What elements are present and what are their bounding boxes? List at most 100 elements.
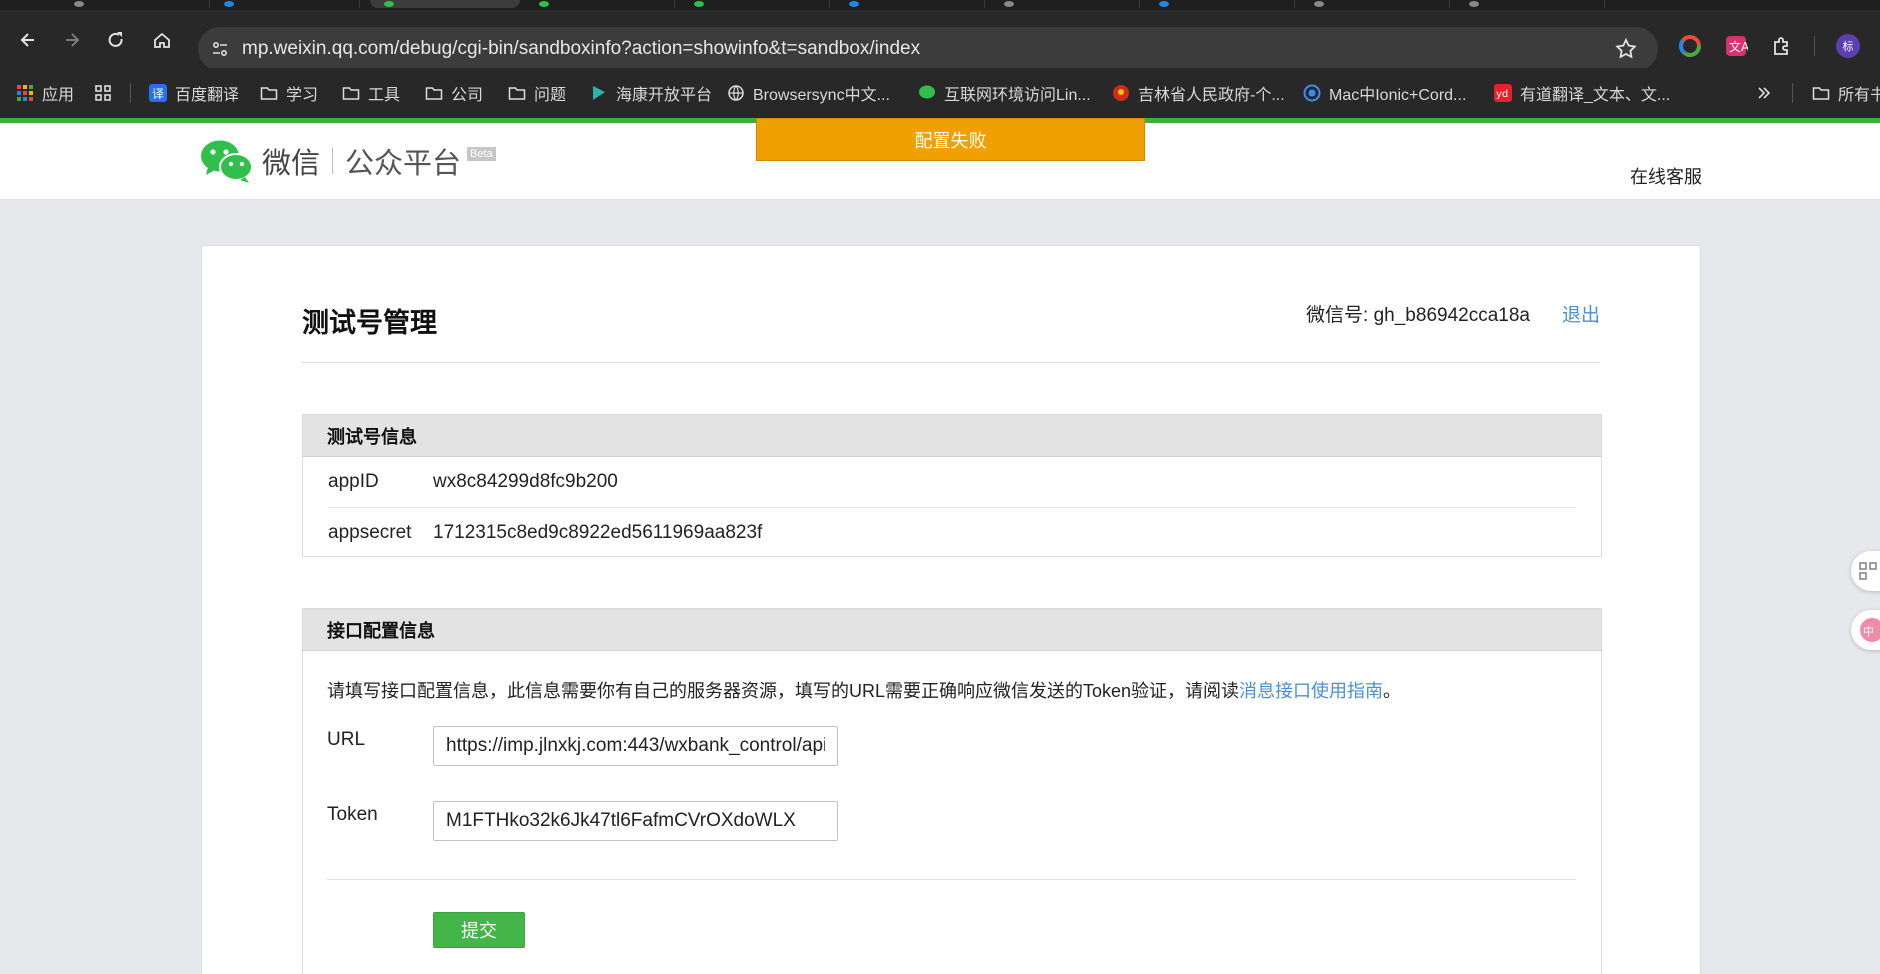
panel-heading: 测试号信息 xyxy=(303,415,1601,457)
wechat-icon xyxy=(919,85,935,99)
bookmark-separator xyxy=(130,83,131,103)
description-text: 请填写接口配置信息，此信息需要你有自己的服务器资源，填写的URL需要正确响应微信… xyxy=(327,681,1240,701)
browser-tab[interactable] xyxy=(1300,0,1450,8)
bookmark-label: Browsersync中文... xyxy=(753,87,890,104)
bookmark-apps[interactable]: 应用 xyxy=(16,82,74,104)
extensions-puzzle-icon[interactable] xyxy=(1770,34,1794,58)
bookmark-folder-issues[interactable]: 问题 xyxy=(508,82,566,104)
tab-strip[interactable] xyxy=(0,0,1880,10)
chevron-double-right-icon xyxy=(1758,87,1771,99)
online-support-link[interactable]: 在线客服 xyxy=(1630,163,1702,189)
emblem-icon xyxy=(1113,85,1129,101)
svg-text:文A: 文A xyxy=(1729,39,1748,54)
appsecret-value: 1712315c8ed9c8922ed5611969aa823f xyxy=(433,521,763,543)
color-wheel-extension-icon[interactable] xyxy=(1678,34,1702,58)
baidu-translate-icon: 译 xyxy=(149,84,167,102)
bookmark-all-bookmarks[interactable]: 所有书 xyxy=(1812,82,1880,104)
logo-text: 微信 xyxy=(262,148,321,180)
reload-button[interactable] xyxy=(104,28,128,52)
bookmark-baidu-translate[interactable]: 译 百度翻译 xyxy=(149,82,239,104)
appsecret-label: appsecret xyxy=(328,521,412,543)
account-id: gh_b86942cca18a xyxy=(1373,305,1530,326)
logo-divider xyxy=(332,148,334,174)
url-label: URL xyxy=(327,729,366,750)
bookmark-star-icon[interactable] xyxy=(1614,37,1638,61)
svg-text:中: 中 xyxy=(1863,625,1874,638)
browser-tab[interactable] xyxy=(525,0,675,8)
url-text[interactable]: mp.weixin.qq.com/debug/cgi-bin/sandboxin… xyxy=(242,38,920,60)
url-input[interactable] xyxy=(433,726,838,766)
globe-icon xyxy=(728,85,744,101)
svg-text:译: 译 xyxy=(152,87,164,101)
hikvision-icon xyxy=(593,86,605,100)
description-end: 。 xyxy=(1383,681,1402,701)
browser-tab[interactable] xyxy=(990,0,1140,8)
browser-tab-active[interactable] xyxy=(370,0,520,8)
bookmark-label: Mac中Ionic+Cord... xyxy=(1329,87,1467,104)
side-widget-translate[interactable]: 中 xyxy=(1851,610,1880,650)
test-account-panel: 测试号信息 appID wx8c84299d8fc9b200 appsecret… xyxy=(302,414,1602,557)
ionic-icon xyxy=(1303,84,1321,102)
folder-icon xyxy=(425,87,443,100)
site-info-icon[interactable] xyxy=(210,39,230,59)
bookmark-label: 海康开放平台 xyxy=(616,87,713,104)
beta-badge: Beta xyxy=(467,147,496,161)
bookmark-label: 学习 xyxy=(286,87,319,104)
bookmark-folder-tools[interactable]: 工具 xyxy=(342,82,400,104)
appid-row: appID wx8c84299d8fc9b200 xyxy=(328,457,1576,507)
home-button[interactable] xyxy=(150,28,174,52)
bookmark-grid[interactable] xyxy=(94,82,112,104)
apps-grid-icon xyxy=(17,85,33,101)
appid-value: wx8c84299d8fc9b200 xyxy=(433,471,618,492)
message-api-guide-link[interactable]: 消息接口使用指南 xyxy=(1239,681,1383,701)
appsecret-row: appsecret 1712315c8ed9c8922ed5611969aa82… xyxy=(328,507,1576,557)
bookmark-label: 工具 xyxy=(368,87,401,104)
bookmark-label: 吉林省人民政府-个... xyxy=(1138,87,1285,104)
page-title: 测试号管理 xyxy=(302,308,437,338)
browser-tab[interactable] xyxy=(60,0,210,8)
browser-tab[interactable] xyxy=(210,0,360,8)
bookmark-ionic[interactable]: Mac中Ionic+Cord... xyxy=(1303,82,1466,104)
translate-extension-icon[interactable]: 文A xyxy=(1724,34,1748,58)
bookmark-separator xyxy=(1792,83,1793,103)
browser-tab[interactable] xyxy=(1145,0,1295,8)
bookmark-label: 有道翻译_文本、文... xyxy=(1520,87,1671,104)
logout-link[interactable]: 退出 xyxy=(1562,300,1600,327)
config-description: 请填写接口配置信息，此信息需要你有自己的服务器资源，填写的URL需要正确响应微信… xyxy=(327,677,1401,703)
profile-avatar[interactable]: 标 xyxy=(1836,34,1860,58)
bookmark-label: 问题 xyxy=(534,87,567,104)
bookmark-linux-access[interactable]: 互联网环境访问Lin... xyxy=(918,82,1091,104)
folder-icon xyxy=(1812,87,1830,100)
bookmark-jilin-gov[interactable]: 吉林省人民政府-个... xyxy=(1112,82,1285,104)
bookmark-label: 所有书 xyxy=(1838,87,1880,104)
folder-icon xyxy=(508,87,526,100)
bookmark-hikvision[interactable]: 海康开放平台 xyxy=(590,82,712,104)
browser-tab[interactable] xyxy=(835,0,985,8)
bookmark-folder-company[interactable]: 公司 xyxy=(425,82,483,104)
bookmarks-bar: 应用 译 百度翻译 学习 工具 公司 问题 海康开放平台 Browsersync… xyxy=(0,68,1880,118)
folder-icon xyxy=(342,87,360,100)
error-toast: 配置失败 xyxy=(756,118,1145,161)
back-button[interactable] xyxy=(16,28,40,52)
address-bar[interactable]: mp.weixin.qq.com/debug/cgi-bin/sandboxin… xyxy=(198,27,1658,71)
bookmarks-overflow-button[interactable] xyxy=(1755,82,1773,104)
bookmark-folder-study[interactable]: 学习 xyxy=(260,82,318,104)
bookmark-label: 应用 xyxy=(42,87,75,104)
submit-button[interactable]: 提交 xyxy=(433,912,525,948)
arrow-right-icon xyxy=(66,33,80,47)
appid-label: appID xyxy=(328,471,379,492)
wechat-logo[interactable]: 微信 公众平台 Beta xyxy=(200,139,496,183)
svg-text:yd: yd xyxy=(1496,89,1508,100)
bookmark-browsersync[interactable]: Browsersync中文... xyxy=(727,82,890,104)
account-label: 微信号: xyxy=(1306,305,1369,326)
api-config-panel: 接口配置信息 请填写接口配置信息，此信息需要你有自己的服务器资源，填写的URL需… xyxy=(302,608,1602,974)
browser-tab[interactable] xyxy=(680,0,830,8)
bookmark-label: 互联网环境访问Lin... xyxy=(944,87,1091,104)
browser-tab[interactable] xyxy=(1455,0,1605,8)
side-widget-qr[interactable] xyxy=(1851,551,1880,591)
folder-icon xyxy=(260,87,278,100)
token-input[interactable] xyxy=(433,801,838,841)
browser-toolbar: mp.weixin.qq.com/debug/cgi-bin/sandboxin… xyxy=(0,10,1880,71)
forward-button[interactable] xyxy=(60,28,84,52)
bookmark-youdao[interactable]: yd 有道翻译_文本、文... xyxy=(1494,82,1670,104)
